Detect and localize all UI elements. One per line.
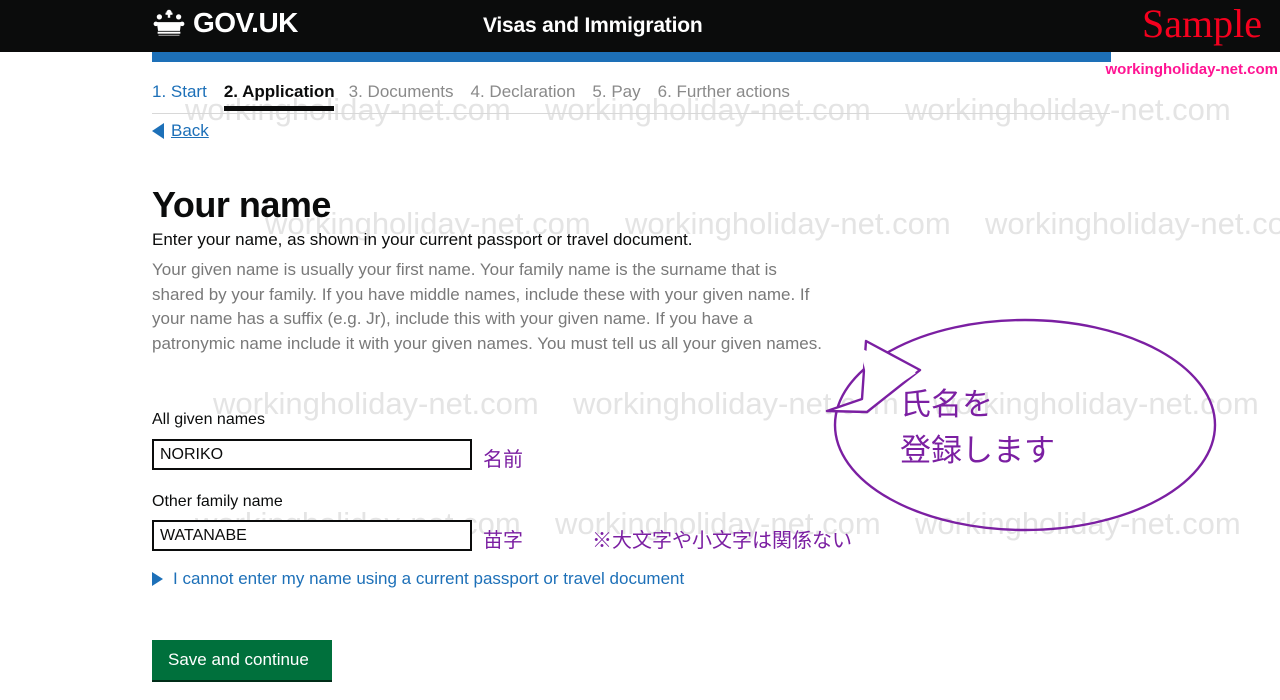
service-accent-bar <box>152 52 1111 62</box>
sample-overlay-text: Sample <box>1142 1 1262 46</box>
left-triangle-icon <box>152 123 164 139</box>
page-guidance-paragraph: Your given name is usually your first na… <box>152 260 822 353</box>
cannot-enter-name-details[interactable]: I cannot enter my name using a current p… <box>152 569 684 589</box>
phase-step-further-actions: 6. Further actions <box>657 82 790 101</box>
govuk-logo[interactable]: GOV.UK <box>152 9 298 37</box>
cannot-enter-name-label: I cannot enter my name using a current p… <box>173 569 685 588</box>
watermark-text: workingholiday-net.com <box>573 386 899 421</box>
govuk-wordmark: GOV.UK <box>193 7 298 38</box>
watermark-text: workingholiday-net.com <box>985 206 1280 241</box>
family-name-input[interactable] <box>152 520 472 551</box>
site-header: GOV.UK Visas and Immigration <box>0 0 1280 52</box>
family-name-label: Other family name <box>152 493 283 510</box>
gov-uk-visa-application-page: workingholiday-net.com workingholiday-ne… <box>0 0 1280 700</box>
phase-step-pay: 5. Pay <box>592 82 641 101</box>
site-url-overlay: workingholiday-net.com <box>1105 61 1278 78</box>
phase-navigation: 1. Start 2. Application 3. Documents 4. … <box>152 80 1110 111</box>
phase-step-documents: 3. Documents <box>348 82 454 101</box>
family-name-annotation: 苗字 <box>483 530 523 552</box>
given-names-input[interactable] <box>152 439 472 470</box>
callout-text: 氏名を 登録します <box>900 387 1055 468</box>
watermark-text: workingholiday-net.com <box>915 506 1241 541</box>
given-names-annotation: 名前 <box>483 449 523 471</box>
given-names-label: All given names <box>152 411 265 428</box>
case-insensitive-note: ※大文字や小文字は関係ない <box>592 530 852 552</box>
page-title: Your name <box>152 184 331 226</box>
service-name: Visas and Immigration <box>483 14 703 37</box>
crown-icon <box>152 9 186 37</box>
back-link[interactable]: Back <box>152 121 209 141</box>
phase-step-start[interactable]: 1. Start <box>152 80 224 103</box>
page-lede: Enter your name, as shown in your curren… <box>152 230 693 249</box>
right-triangle-icon <box>152 572 163 586</box>
save-and-continue-button[interactable]: Save and continue <box>152 640 332 680</box>
phase-step-application: 2. Application <box>223 80 349 111</box>
phase-step-declaration: 4. Declaration <box>470 82 576 101</box>
nav-divider <box>152 113 1110 114</box>
back-link-label: Back <box>171 121 209 140</box>
